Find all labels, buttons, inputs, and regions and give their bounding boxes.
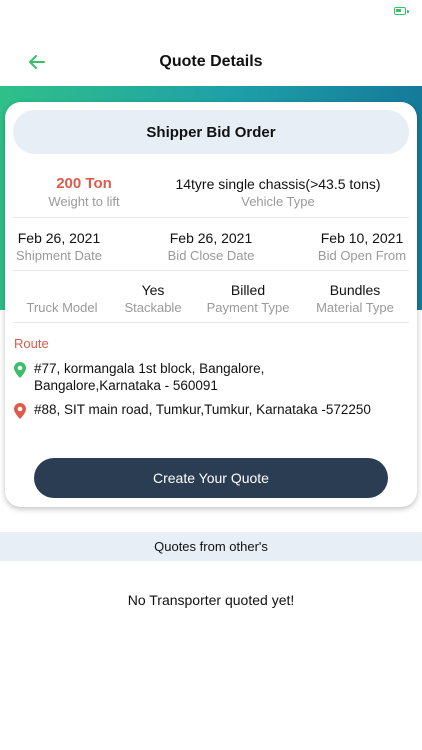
bid-open-from-value: Feb 10, 2021 [320, 230, 404, 246]
truck-model-cell: Truck Model [19, 282, 105, 315]
payment-type-label: Payment Type [206, 300, 290, 315]
drop-location-pin-icon [14, 403, 26, 419]
card-title: Shipper Bid Order [13, 110, 409, 154]
create-your-quote-button[interactable]: Create Your Quote [34, 458, 388, 498]
payment-type-value: Billed [230, 282, 266, 298]
page-title: Quote Details [159, 53, 263, 70]
bid-close-date-cell: Feb 26, 2021 Bid Close Date [161, 230, 261, 263]
drop-address: #88, SIT main road, Tumkur,Tumkur, Karna… [14, 401, 410, 419]
arrow-left-icon [29, 55, 45, 69]
back-button[interactable] [24, 50, 50, 74]
shipment-date-value: Feb 26, 2021 [17, 230, 101, 246]
route-title: Route [14, 336, 49, 351]
weight-label: Weight to lift [48, 194, 120, 209]
pickup-address-text: #77, kormangala 1st block, Bangalore, Ba… [34, 361, 265, 393]
divider [13, 322, 409, 323]
status-bar [0, 0, 422, 24]
material-type-cell: Bundles Material Type [309, 282, 401, 315]
stackable-label: Stackable [124, 300, 182, 315]
stackable-cell: Yes Stackable [117, 282, 189, 315]
shipment-date-cell: Feb 26, 2021 Shipment Date [11, 230, 107, 263]
bid-order-card: Shipper Bid Order 200 Ton Weight to lift… [5, 102, 417, 507]
weight-value: 200 Ton [56, 175, 112, 192]
quotes-section-header: Quotes from other's [0, 532, 422, 561]
material-type-value: Bundles [329, 282, 381, 298]
stackable-value: Yes [141, 282, 165, 298]
divider [13, 270, 409, 271]
divider [13, 217, 409, 218]
no-quotes-message: No Transporter quoted yet! [127, 592, 295, 608]
pickup-address: #77, kormangala 1st block, Bangalore, Ba… [14, 360, 404, 394]
payment-type-cell: Billed Payment Type [203, 282, 293, 315]
vehicle-type-value: 14tyre single chassis(>43.5 tons) [175, 176, 381, 192]
bid-close-date-value: Feb 26, 2021 [169, 230, 253, 246]
bid-open-from-label: Bid Open From [317, 248, 407, 263]
truck-model-value [19, 282, 105, 298]
vehicle-type-label: Vehicle Type [241, 194, 315, 209]
material-type-label: Material Type [316, 300, 394, 315]
pickup-location-pin-icon [14, 362, 26, 378]
bid-open-from-cell: Feb 10, 2021 Bid Open From [313, 230, 411, 263]
truck-model-label: Truck Model [26, 300, 98, 315]
weight-cell: 200 Ton Weight to lift [19, 175, 149, 209]
bid-close-date-label: Bid Close Date [167, 248, 255, 263]
vehicle-type-cell: 14tyre single chassis(>43.5 tons) Vehicl… [155, 176, 401, 209]
shipment-date-label: Shipment Date [16, 248, 102, 263]
drop-address-text: #88, SIT main road, Tumkur,Tumkur, Karna… [34, 402, 371, 417]
top-app-bar: Quote Details [0, 40, 422, 84]
battery-icon [394, 7, 409, 15]
